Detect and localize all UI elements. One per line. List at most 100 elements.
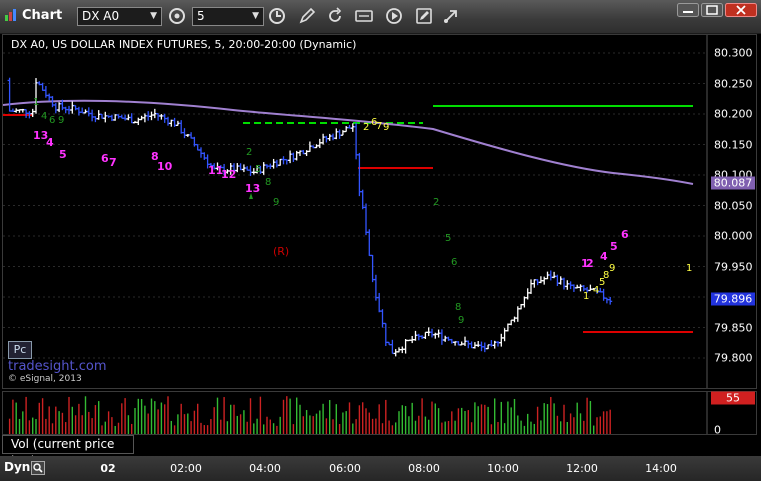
svg-text:10: 10 [157,160,173,173]
price-bar [123,114,128,121]
price-bar [182,128,187,139]
interval-combo[interactable]: 5 ▼ [192,7,264,26]
volume-chart [8,392,708,434]
svg-text:5: 5 [610,240,618,253]
volume-study-label[interactable]: Vol (current price bar) [2,435,134,468]
svg-text:2: 2 [433,197,439,208]
price-bar [476,341,481,348]
pc-badge: Pc [8,341,32,359]
title-bar: Chart DX A0 ▼ 5 ▼ [0,0,761,34]
price-bar [443,335,448,342]
price-bar [430,328,434,338]
svg-text:1: 1 [686,263,692,274]
price-bar [364,203,368,236]
svg-text:4: 4 [46,136,54,149]
price-bar [578,284,583,292]
price-bar [512,316,517,323]
price-bar [7,77,12,112]
price-bar [159,114,164,120]
close-button[interactable] [725,3,757,17]
minimize-button[interactable] [677,3,699,17]
zoom-icon[interactable] [31,461,45,475]
price-bar [469,341,474,349]
svg-text:9: 9 [383,122,389,133]
price-bar [393,349,398,357]
price-bar [261,162,266,175]
volume-panel[interactable]: 55 0 [2,391,757,437]
svg-text:6: 6 [451,257,457,268]
last-price-tag: 79.896 [711,292,755,306]
price-bar [403,338,408,354]
app-title: Chart [22,8,63,23]
time-label: 12:00 [566,462,598,475]
price-bar [90,109,95,122]
price-chart-panel[interactable]: DX A0, US DOLLAR INDEX FUTURES, 5, 20:00… [2,34,757,389]
chevron-down-icon[interactable]: ▼ [150,8,157,25]
price-bar [334,128,339,140]
price-bar [558,276,563,285]
replay-icon[interactable] [384,6,404,26]
svg-text:1: 1 [583,291,589,302]
ma-value-tag: 80.087 [711,176,755,190]
price-tick-label: 80.250 [714,77,753,90]
price-bar [555,274,560,287]
svg-text:12: 12 [221,168,236,181]
refresh-icon[interactable] [325,6,345,26]
price-bar [202,152,207,160]
price-bar [274,159,279,168]
price-bar [482,342,487,353]
price-bar [439,329,444,345]
price-bar [248,165,253,177]
price-bar [291,152,296,163]
time-label: 02:00 [170,462,202,475]
price-bar [76,106,81,116]
time-label: 14:00 [645,462,677,475]
price-chart[interactable]: 13 4 5 6 7 8 10 11 12 13 1 2 4 5 6 2 6 7… [3,35,756,388]
price-bar [370,254,375,283]
price-bar [565,280,570,290]
sequential-counts: 13 4 5 6 7 8 10 11 12 13 1 2 4 5 6 2 6 7… [33,97,692,326]
svg-text:8: 8 [265,177,271,188]
draw-pencil-icon[interactable] [297,6,317,26]
price-bars [7,77,613,357]
svg-text:9: 9 [273,197,279,208]
chart-icon [5,9,16,21]
price-bar [288,150,293,164]
time-template-icon[interactable] [267,6,287,26]
link-icon[interactable] [441,6,461,26]
symbol-combo[interactable]: DX A0 ▼ [77,7,162,26]
volume-axis-zero: 0 [714,423,721,437]
price-tick-label: 80.050 [714,199,753,212]
study-icon[interactable] [354,6,374,26]
price-bar [129,113,134,124]
chevron-down-icon[interactable]: ▼ [252,8,259,25]
svg-text:9: 9 [458,315,464,326]
price-bar [179,120,184,134]
price-bar [532,279,537,288]
moving-average-line [3,99,694,185]
price-bar [149,111,154,121]
svg-text:8: 8 [455,302,461,313]
svg-text:5: 5 [59,148,67,161]
svg-text:2: 2 [246,147,252,158]
price-bar [601,288,606,301]
price-bar [360,189,365,210]
price-bar [86,107,91,117]
dynamic-mode-label[interactable]: Dyn [4,460,30,474]
time-label: 08:00 [408,462,440,475]
svg-text:2: 2 [363,122,369,133]
price-bar [350,123,355,132]
svg-text:4: 4 [41,111,47,122]
price-bar [529,279,533,294]
interval-settings-icon[interactable] [167,6,187,26]
price-bar [542,276,547,285]
price-bar [53,102,58,114]
price-bar [327,133,332,141]
price-tick-label: 80.000 [714,229,753,243]
edit-properties-icon[interactable] [414,6,434,26]
price-tick-label: 80.300 [714,46,753,60]
maximize-button[interactable] [701,3,723,17]
price-bar [509,319,514,326]
price-bar [354,122,359,160]
time-label: 06:00 [329,462,361,475]
